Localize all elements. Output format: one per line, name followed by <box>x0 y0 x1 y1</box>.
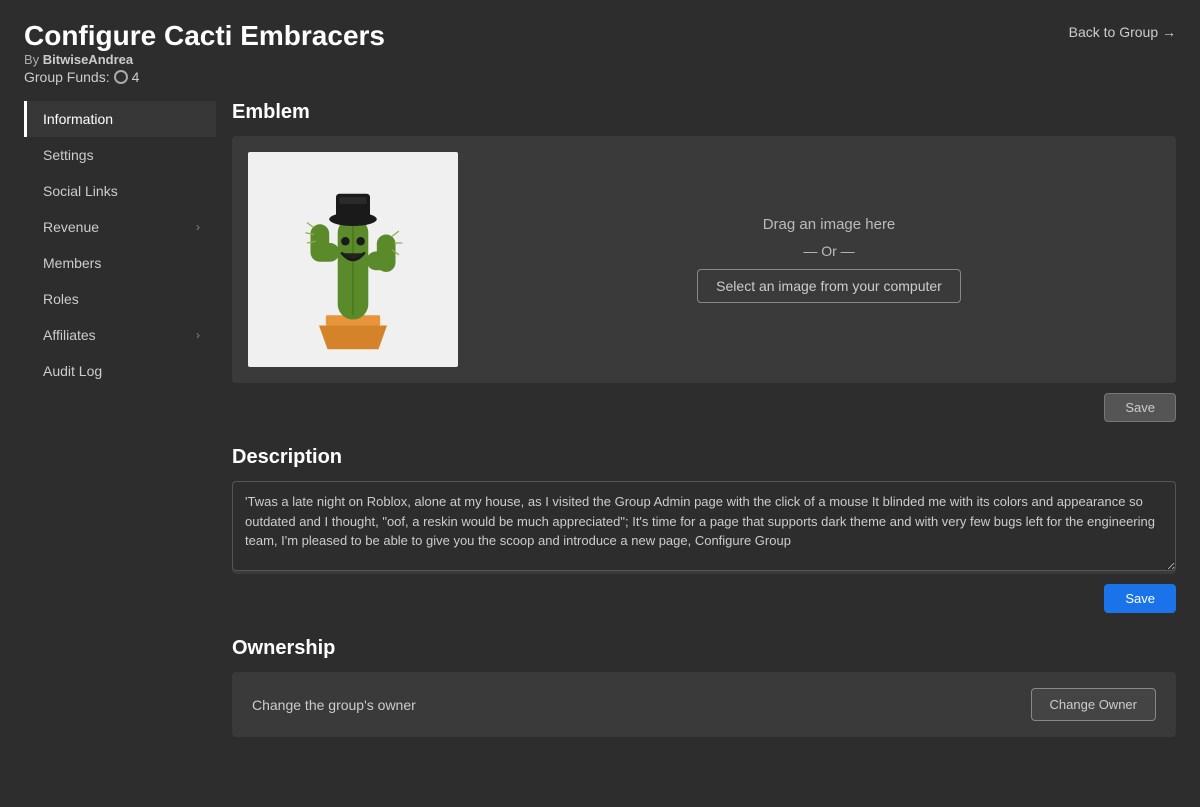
emblem-section: Emblem <box>232 101 1176 422</box>
emblem-save-button[interactable]: Save <box>1104 393 1176 422</box>
sidebar-item-label: Social Links <box>43 183 118 199</box>
robux-icon <box>114 70 128 84</box>
sidebar-item-label: Members <box>43 255 101 271</box>
author-name: BitwiseAndrea <box>43 52 133 67</box>
chevron-right-icon: › <box>196 220 200 234</box>
or-text: — Or — <box>803 243 854 259</box>
group-funds-value: 4 <box>132 69 140 85</box>
back-to-group-link[interactable]: Back to Group → <box>1069 24 1176 40</box>
description-section-title: Description <box>232 446 1176 469</box>
ownership-section: Ownership Change the group's owner Chang… <box>232 637 1176 737</box>
ownership-label: Change the group's owner <box>252 697 416 713</box>
sidebar-item-label: Roles <box>43 291 79 307</box>
cactus-illustration <box>268 165 438 355</box>
emblem-section-title: Emblem <box>232 101 1176 124</box>
sidebar-item-social-links[interactable]: Social Links <box>24 173 216 209</box>
description-textarea[interactable] <box>232 481 1176 571</box>
sidebar-item-roles[interactable]: Roles <box>24 281 216 317</box>
main-content: Emblem <box>216 101 1176 761</box>
sidebar-item-affiliates[interactable]: Affiliates › <box>24 317 216 353</box>
sidebar-item-audit-log[interactable]: Audit Log <box>24 353 216 389</box>
chevron-right-icon: › <box>196 328 200 342</box>
emblem-upload-area: Drag an image here — Or — Select an imag… <box>498 216 1160 303</box>
sidebar: Information Settings Social Links Revenu… <box>24 101 216 761</box>
emblem-image-area <box>248 152 458 367</box>
sidebar-item-settings[interactable]: Settings <box>24 137 216 173</box>
sidebar-item-label: Revenue <box>43 219 99 235</box>
sidebar-item-members[interactable]: Members <box>24 245 216 281</box>
drag-text: Drag an image here <box>763 216 896 233</box>
ownership-card: Change the group's owner Change Owner <box>232 672 1176 737</box>
select-image-button[interactable]: Select an image from your computer <box>697 269 961 303</box>
sidebar-item-label: Audit Log <box>43 363 102 379</box>
description-section: Description Save <box>232 446 1176 613</box>
ownership-section-title: Ownership <box>232 637 1176 660</box>
emblem-card: Drag an image here — Or — Select an imag… <box>232 136 1176 383</box>
sidebar-item-label: Settings <box>43 147 94 163</box>
sidebar-item-information[interactable]: Information <box>24 101 216 137</box>
sidebar-item-label: Affiliates <box>43 327 96 343</box>
page-title: Configure Cacti Embracers <box>24 20 385 52</box>
description-card <box>232 481 1176 574</box>
change-owner-button[interactable]: Change Owner <box>1031 688 1156 721</box>
group-funds-label: Group Funds: <box>24 69 110 85</box>
sidebar-item-revenue[interactable]: Revenue › <box>24 209 216 245</box>
by-label: By <box>24 52 39 67</box>
description-save-button[interactable]: Save <box>1104 584 1176 613</box>
sidebar-item-label: Information <box>43 111 113 127</box>
